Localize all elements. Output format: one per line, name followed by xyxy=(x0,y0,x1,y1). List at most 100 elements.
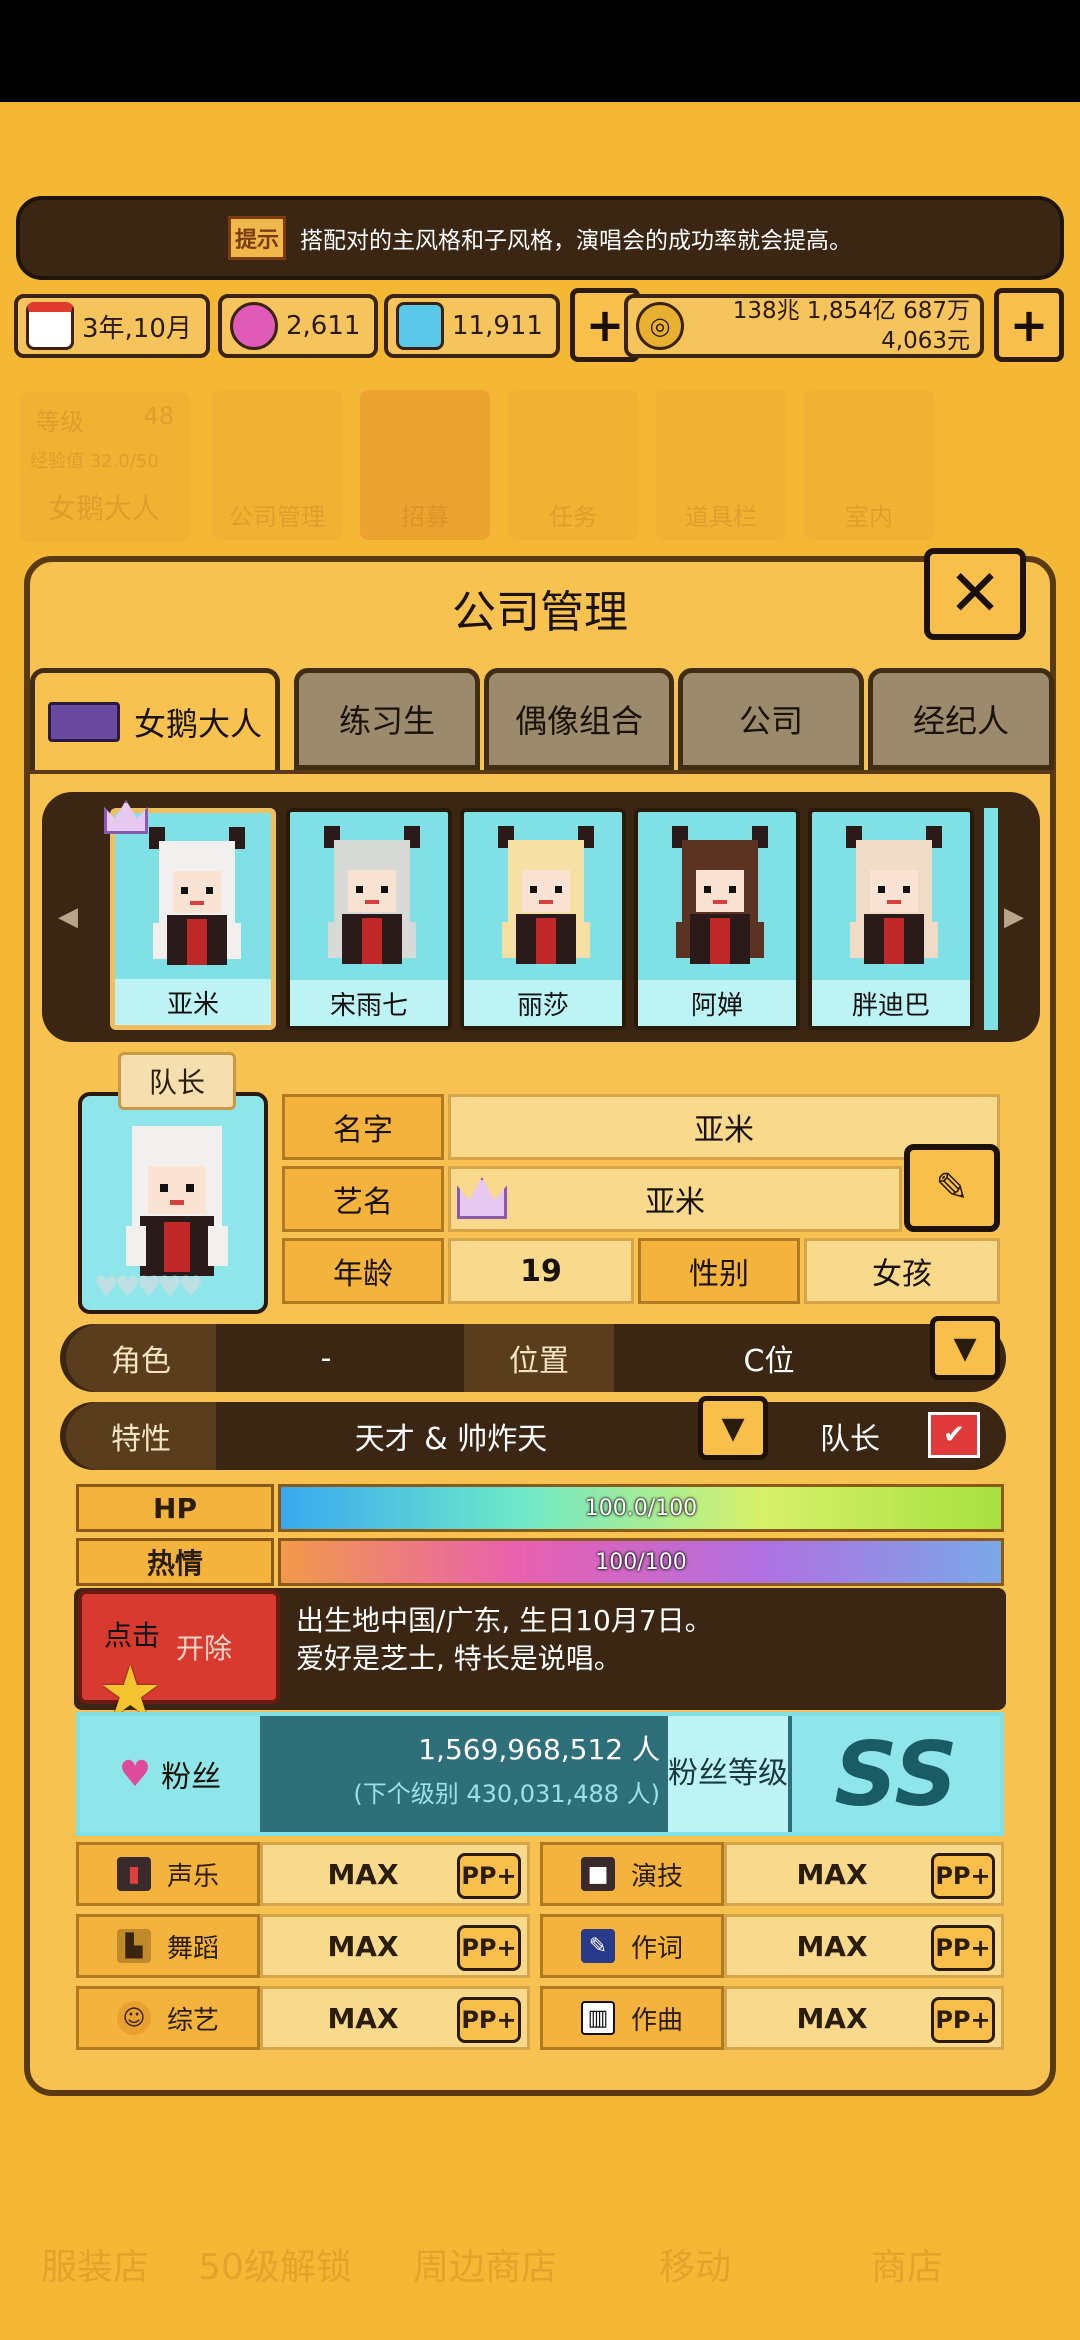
pink-gem-display: 2,611 xyxy=(218,294,378,358)
leader-label: 队长 xyxy=(820,1422,880,1457)
piano-icon: ▥ xyxy=(580,2001,615,2035)
tab-company[interactable]: 公司 xyxy=(678,668,864,770)
fans-label: 粉丝 xyxy=(161,1760,222,1795)
exp-label: 经验值 32.0/50 xyxy=(30,451,159,472)
captain-badge: 队长 xyxy=(118,1052,236,1110)
bg-shop-store: 商店 xyxy=(870,2247,943,2288)
pp-plus-button[interactable]: PP+ xyxy=(931,1925,995,1971)
level-value: 48 xyxy=(143,402,174,430)
skill-variety-name-box: ☺ 综艺 xyxy=(76,1986,260,2050)
scroll-left-icon[interactable]: ◀ xyxy=(58,902,78,932)
trait-label: 特性 xyxy=(66,1402,216,1470)
tab-player[interactable]: 女鹅大人 xyxy=(30,668,280,770)
modal-title: 公司管理 xyxy=(452,587,628,638)
shoe-icon: ▙ xyxy=(116,1929,151,1963)
skill-value: MAX xyxy=(796,1857,868,1891)
skill-variety-value-box: MAX PP+ xyxy=(260,1986,530,2050)
skill-dance: ▙ 舞蹈 MAX PP+ xyxy=(76,1914,530,1978)
blue-gem-icon xyxy=(396,302,444,350)
character-card[interactable]: 胖迪巴 xyxy=(808,808,974,1030)
skill-compose: ▥ 作曲 MAX PP+ xyxy=(540,1986,1004,2050)
pink-gem-value: 2,611 xyxy=(286,311,361,341)
character-name: 宋雨七 xyxy=(290,980,448,1026)
money-line1: 138兆 1,854亿 687万 xyxy=(732,298,970,324)
bg-shop-clothes: 服装店 xyxy=(40,2247,149,2288)
skill-vocal-name-box: ▮ 声乐 xyxy=(76,1842,260,1906)
bg-shop-move: 移动 xyxy=(658,2247,731,2288)
scroll-right-icon[interactable]: ▶ xyxy=(1004,902,1024,932)
close-button[interactable]: ✕ xyxy=(924,548,1026,640)
pp-plus-button[interactable]: PP+ xyxy=(931,1997,995,2043)
pp-plus-button[interactable]: PP+ xyxy=(457,1997,521,2043)
bg-nav-interior: 室内 xyxy=(804,390,934,540)
group-icon xyxy=(47,701,120,742)
leader-checkbox-icon[interactable]: ✔ xyxy=(928,1412,980,1458)
smile-icon: ☺ xyxy=(116,2001,151,2035)
age-label: 年龄 xyxy=(282,1238,444,1304)
pp-plus-button[interactable]: PP+ xyxy=(457,1853,521,1899)
pp-plus-button[interactable]: PP+ xyxy=(931,1853,995,1899)
character-card[interactable]: 阿婵 xyxy=(634,808,800,1030)
skill-acting-value-box: MAX PP+ xyxy=(724,1842,1004,1906)
character-card[interactable]: 宋雨七 xyxy=(286,808,452,1030)
player-name: 女鹅大人 xyxy=(48,492,161,525)
blue-gem-display: 11,911 xyxy=(384,294,560,358)
skill-dance-value-box: MAX PP+ xyxy=(260,1914,530,1978)
pen-icon: ✎ xyxy=(580,1929,615,1963)
edit-name-button[interactable]: ✎ xyxy=(904,1144,1000,1232)
character-name: 胖迪巴 xyxy=(812,980,970,1026)
date-value: 3年,10月 xyxy=(82,313,192,344)
skill-variety: ☺ 综艺 MAX PP+ xyxy=(76,1986,530,2050)
bg-nav-tasks: 任务 xyxy=(508,390,638,540)
skill-acting: ■ 演技 MAX PP+ xyxy=(540,1842,1004,1906)
role-value: - xyxy=(320,1340,332,1376)
tab-trainees[interactable]: 练习生 xyxy=(294,668,480,770)
role-label: 角色 xyxy=(66,1324,216,1392)
trait-value: 天才 & 帅炸天 xyxy=(354,1422,548,1457)
skill-value: MAX xyxy=(327,2001,399,2035)
tip-text: 搭配对的主风格和子风格，演唱会的成功率就会提高。 xyxy=(300,228,852,254)
character-sprite xyxy=(846,826,942,964)
character-name: 丽莎 xyxy=(464,980,622,1026)
fans-count-box: 1,569,968,512 人 (下个级别 430,031,488 人) xyxy=(270,1716,660,1832)
passion-text: 100/100 xyxy=(595,1549,687,1575)
passion-label: 热情 xyxy=(76,1538,274,1586)
pink-gem-icon xyxy=(230,302,278,350)
character-card[interactable]: 亚米 xyxy=(110,808,276,1030)
name-label: 名字 xyxy=(282,1094,444,1160)
position-dropdown-button[interactable]: ▼ xyxy=(930,1316,1000,1380)
skill-dance-name-box: ▙ 舞蹈 xyxy=(76,1914,260,1978)
pp-plus-button[interactable]: PP+ xyxy=(457,1925,521,1971)
character-sprite xyxy=(149,827,245,965)
skill-lyrics: ✎ 作词 MAX PP+ xyxy=(540,1914,1004,1978)
tab-manager[interactable]: 经纪人 xyxy=(868,668,1054,770)
money-display: ◎ 138兆 1,854亿 687万 4,063元 xyxy=(624,294,984,358)
coin-icon: ◎ xyxy=(636,302,684,350)
player-level-panel: 等级 48 经验值 32.0/50 女鹅大人 xyxy=(20,392,190,542)
skill-compose-name-box: ▥ 作曲 xyxy=(540,1986,724,2050)
character-sprite xyxy=(672,826,768,964)
tip-banner: 提示 搭配对的主风格和子风格，演唱会的成功率就会提高。 xyxy=(16,196,1064,280)
stage-name-value: 亚米 xyxy=(448,1166,902,1232)
character-sprite xyxy=(324,826,420,964)
add-money-button[interactable]: + xyxy=(994,288,1064,362)
character-card[interactable]: 丽莎 xyxy=(460,808,626,1030)
skill-acting-name-box: ■ 演技 xyxy=(540,1842,724,1906)
calendar-icon xyxy=(26,302,74,350)
skill-vocal: ▮ 声乐 MAX PP+ xyxy=(76,1842,530,1906)
gender-value: 女孩 xyxy=(804,1238,1000,1304)
skill-compose-value-box: MAX PP+ xyxy=(724,1986,1004,2050)
bg-shop-merch: 周边商店 xyxy=(412,2247,557,2288)
character-card-partial xyxy=(984,808,998,1030)
tab-idol-group[interactable]: 偶像组合 xyxy=(484,668,674,770)
skill-value: MAX xyxy=(327,1929,399,1963)
position-label: 位置 xyxy=(464,1324,614,1392)
status-bar xyxy=(0,0,1080,102)
tab-divider xyxy=(30,770,1054,774)
gender-label: 性别 xyxy=(638,1238,800,1304)
skill-name: 声乐 xyxy=(166,1861,219,1892)
affection-hearts-icon: ♥♥♥♥♥ xyxy=(94,1270,203,1303)
trait-dropdown-button[interactable]: ▼ xyxy=(698,1396,768,1460)
bg-nav-company: 公司管理 xyxy=(212,390,342,540)
skill-value: MAX xyxy=(796,2001,868,2035)
